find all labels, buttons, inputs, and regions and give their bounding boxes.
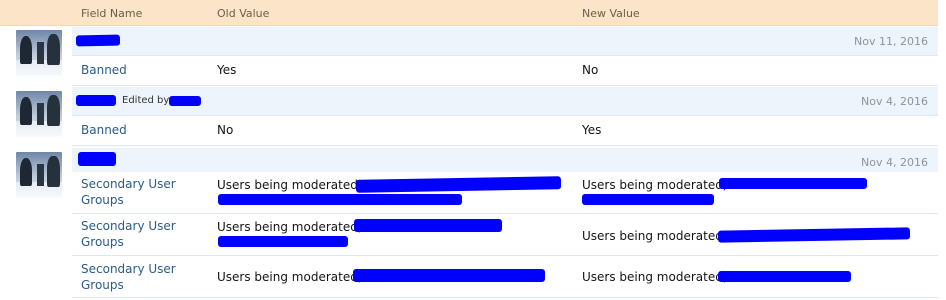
redacted-new-value (582, 194, 714, 205)
redacted-old-value (354, 219, 502, 232)
field-name-line2[interactable]: Groups (81, 277, 124, 293)
old-value: Users being moderated, (217, 270, 362, 284)
old-value-header: Old Value (217, 7, 270, 20)
table-row: Banned Yes No (72, 56, 938, 86)
field-name[interactable]: Secondary User (81, 218, 176, 234)
field-name[interactable]: Banned (81, 62, 127, 78)
table-header: Field Name Old Value New Value (0, 0, 938, 26)
redacted-username[interactable] (78, 152, 116, 166)
redacted-username[interactable] (75, 34, 121, 47)
redacted-username[interactable] (76, 95, 116, 106)
field-name-header: Field Name (81, 7, 143, 20)
table-row: Secondary User Groups Users being modera… (72, 214, 938, 256)
redacted-old-value (353, 269, 545, 282)
redacted-new-value (719, 178, 867, 189)
entry-date: Nov 4, 2016 (861, 95, 928, 108)
new-value-header: New Value (582, 7, 640, 20)
entry-header: Nov 11, 2016 (72, 27, 938, 56)
old-value: Users being moderated, (217, 178, 362, 192)
new-value: Yes (582, 123, 602, 137)
old-value: Users being moderated, (217, 220, 362, 234)
avatar[interactable] (16, 30, 62, 76)
new-value: Users being moderated, (582, 178, 727, 192)
new-value: Users being moderated, (582, 270, 727, 284)
field-name-line2[interactable]: Groups (81, 192, 124, 208)
new-value: Users being moderated, (582, 229, 727, 243)
table-row: Secondary User Groups Users being modera… (72, 172, 938, 214)
redacted-editor[interactable] (169, 96, 201, 106)
redacted-new-value (718, 271, 851, 282)
edited-by-label: Edited by (122, 95, 170, 106)
redacted-old-value (218, 194, 462, 205)
redacted-old-value (218, 236, 348, 247)
field-name[interactable]: Secondary User (81, 176, 176, 192)
field-name[interactable]: Banned (81, 122, 127, 138)
field-name[interactable]: Secondary User (81, 261, 176, 277)
avatar[interactable] (16, 152, 62, 198)
table-row: Secondary User Groups Users being modera… (72, 256, 938, 298)
redacted-new-value (717, 227, 911, 243)
entry-header: Edited by Nov 4, 2016 (72, 87, 938, 116)
entry-date: Nov 4, 2016 (861, 156, 928, 169)
redacted-old-value (355, 176, 562, 193)
avatar[interactable] (16, 91, 62, 137)
table-row: Banned No Yes (72, 116, 938, 146)
old-value: No (217, 123, 234, 137)
user-change-log: Field Name Old Value New Value Nov 11, 2… (0, 0, 946, 300)
old-value: Yes (217, 63, 237, 77)
entry-date: Nov 11, 2016 (854, 35, 928, 48)
new-value: No (582, 63, 599, 77)
field-name-line2[interactable]: Groups (81, 234, 124, 250)
